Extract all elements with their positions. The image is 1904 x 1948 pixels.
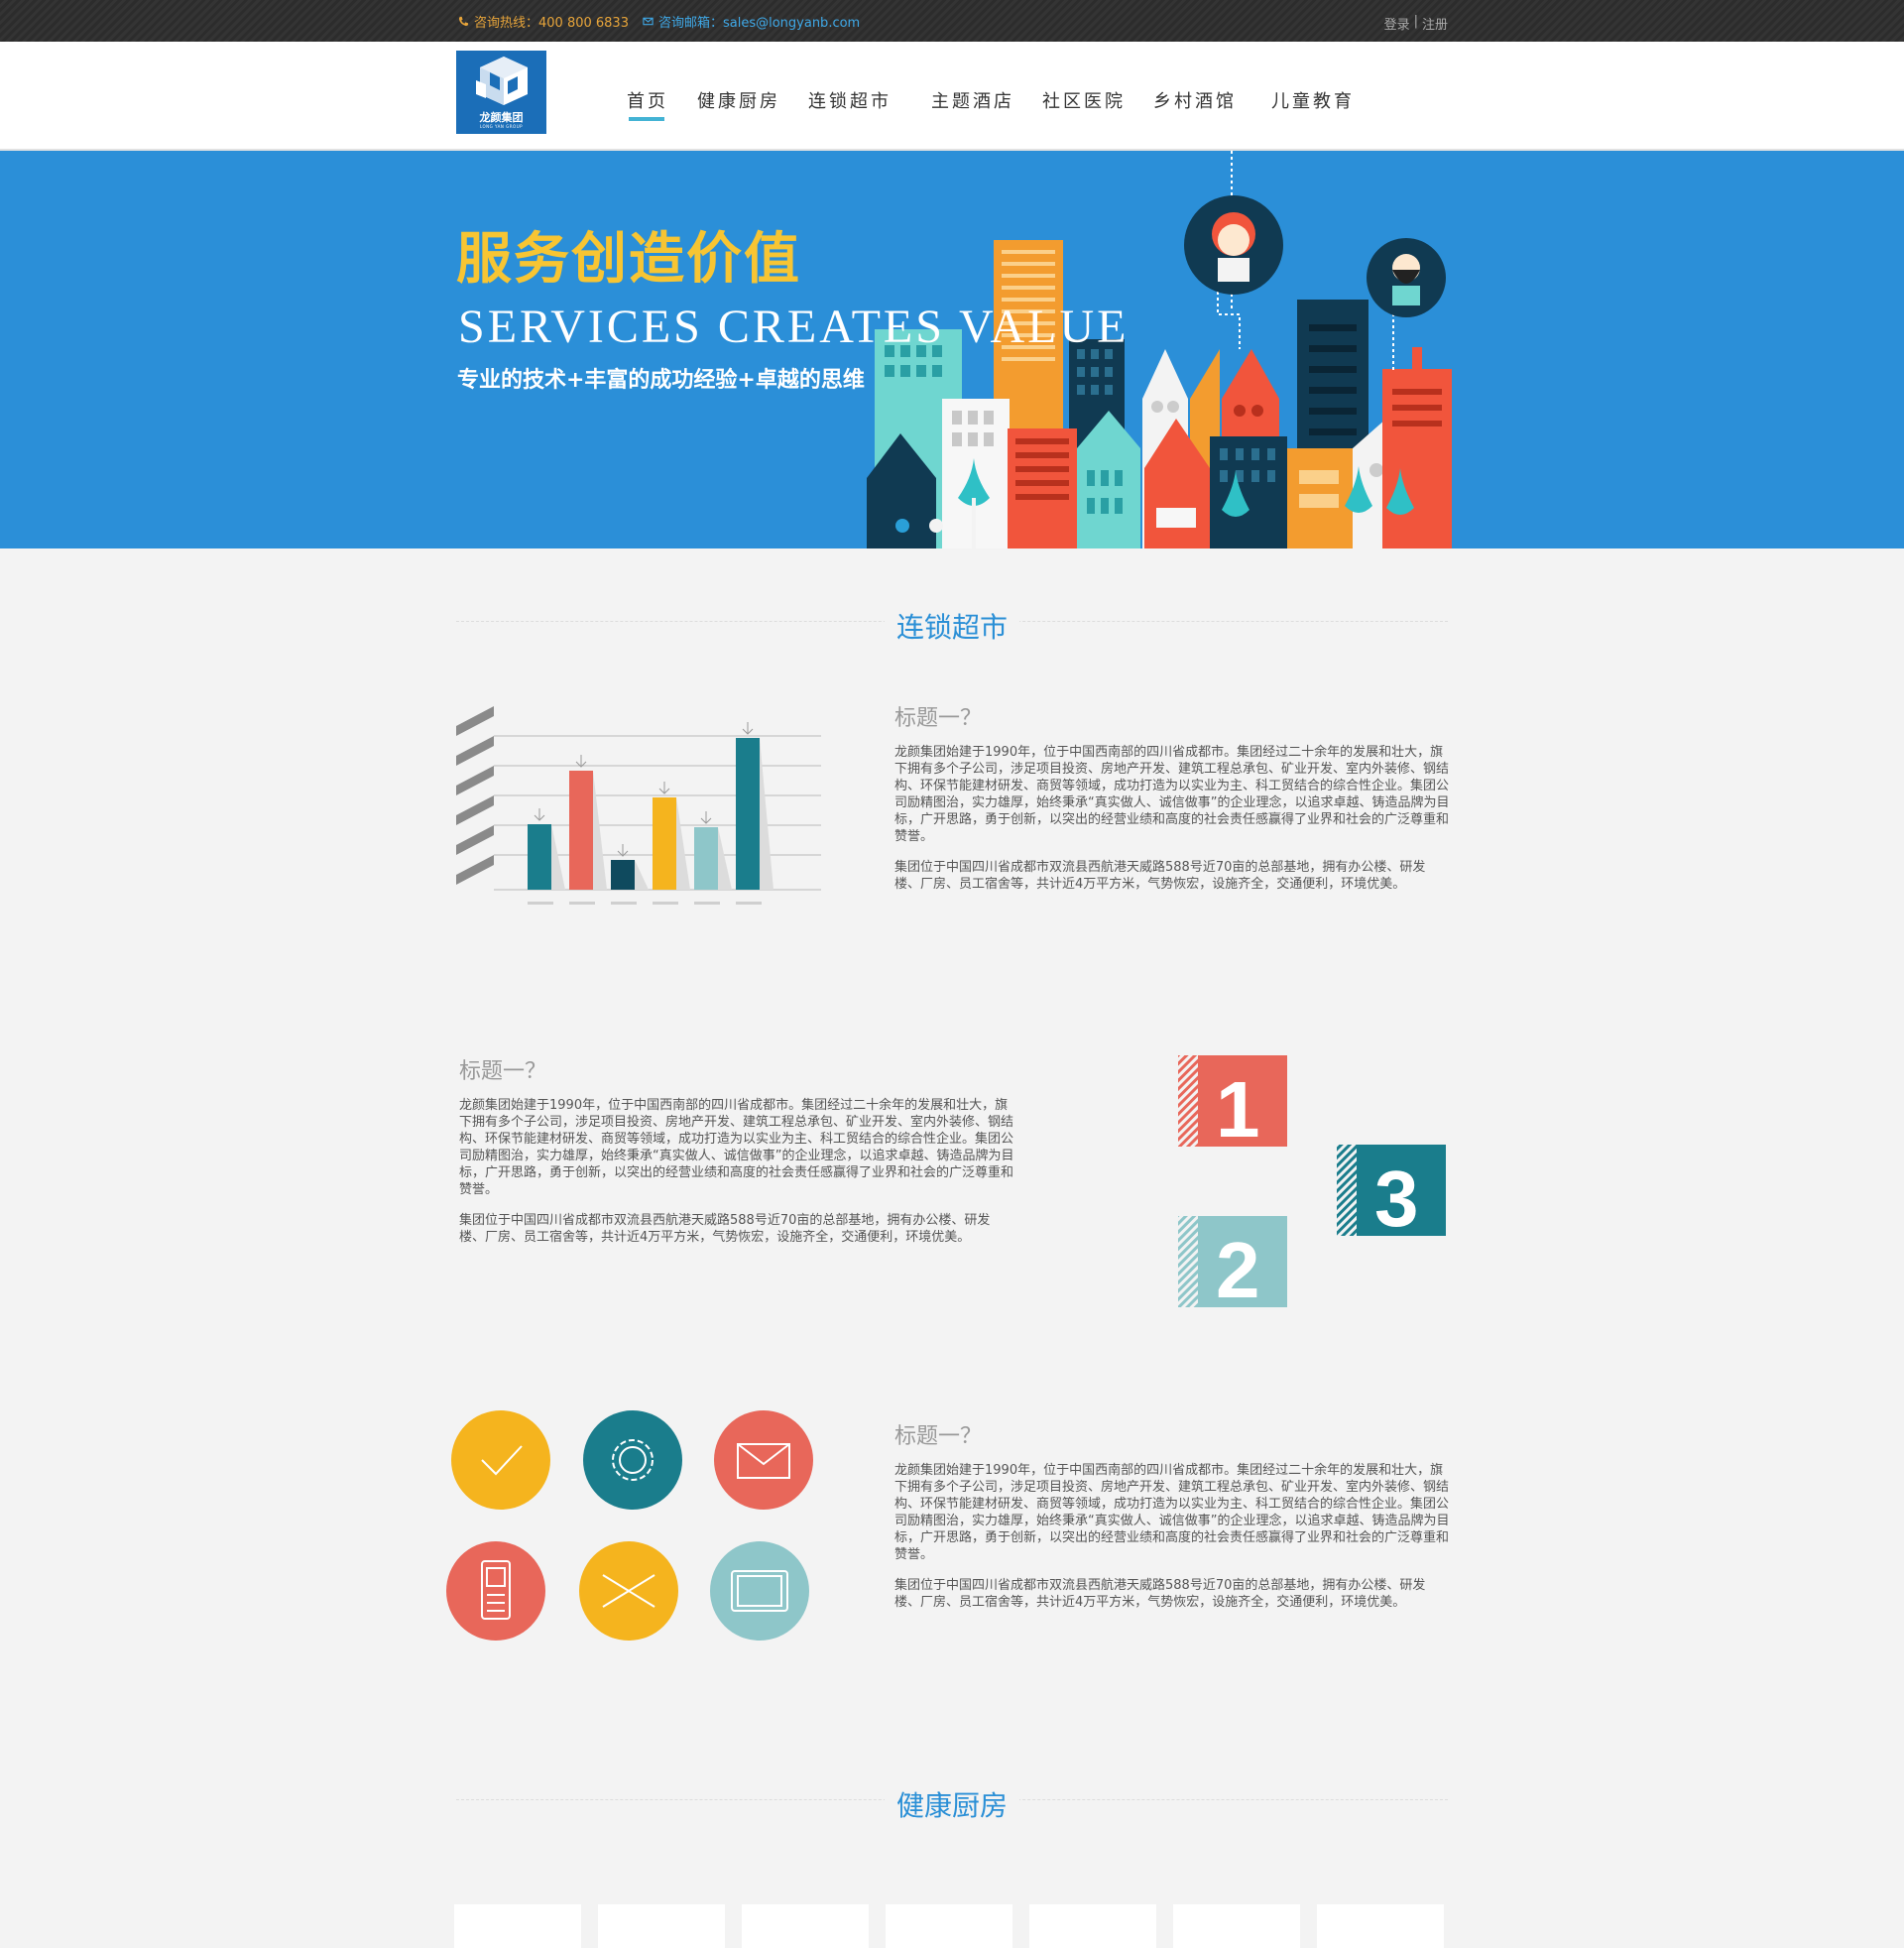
tile-3: 3 bbox=[1337, 1145, 1446, 1243]
feature-title: 标题一？ bbox=[894, 706, 983, 731]
icon-circles-illustration bbox=[446, 1410, 813, 1641]
hero-banner: 服务创造价值 SERVICES CREATES VALUE 专业的技术+丰富的成… bbox=[0, 151, 1904, 548]
kitchen-card[interactable] bbox=[598, 1904, 725, 1948]
kitchen-cards bbox=[454, 1904, 1450, 1948]
kitchen-card[interactable] bbox=[886, 1904, 1012, 1948]
hotline-text: 咨询热线：400 800 6833 bbox=[474, 16, 629, 31]
top-bar: 咨询热线：400 800 6833 咨询邮箱：sales@longyanb.co… bbox=[0, 0, 1904, 42]
chart-bar bbox=[569, 771, 593, 890]
bar-chart-illustration bbox=[456, 706, 821, 905]
contact-info: 咨询热线：400 800 6833 咨询邮箱：sales@longyanb.co… bbox=[458, 12, 860, 31]
nav-child-education[interactable]: 儿童教育 bbox=[1271, 87, 1355, 119]
email[interactable]: 咨询邮箱：sales@longyanb.com bbox=[643, 12, 860, 31]
tile-2-label: 2 bbox=[1216, 1226, 1260, 1309]
section-title-chain: 连锁超市 bbox=[456, 606, 1448, 644]
arrow-down-icon bbox=[617, 844, 629, 857]
section-title-chain-text: 连锁超市 bbox=[884, 611, 1019, 644]
chart-tick-label bbox=[611, 902, 637, 905]
feature-paragraph: 龙颜集团始建于1990年，位于中国西南部的四川省成都市。集团经过二十余年的发展和… bbox=[459, 1098, 1014, 1197]
section-title-kitchen-text: 健康厨房 bbox=[884, 1789, 1019, 1822]
chart-bar-shadow bbox=[635, 860, 649, 890]
numbered-tiles-illustration: 1 2 3 bbox=[1178, 1055, 1446, 1309]
feature-paragraph: 集团位于中国四川省成都市双流县西航港天威路588号近70亩的总部基地，拥有办公楼… bbox=[894, 860, 1426, 892]
chart-bar-shadow bbox=[718, 827, 732, 890]
arrow-down-icon bbox=[658, 782, 670, 794]
logo-name-cn: 龙颜集团 bbox=[479, 111, 524, 124]
chart-bar bbox=[694, 827, 718, 890]
arrow-down-icon bbox=[742, 722, 754, 735]
phone-icon bbox=[458, 16, 469, 27]
tile-2: 2 bbox=[1178, 1216, 1287, 1309]
chart-bar bbox=[611, 860, 635, 890]
auth-links: 登录 | 注册 bbox=[1384, 14, 1448, 33]
chart-bar bbox=[653, 797, 676, 890]
chart-tick-label bbox=[569, 902, 595, 905]
arrow-down-icon bbox=[575, 755, 587, 768]
chart-bar-shadow bbox=[676, 797, 690, 890]
feature-paragraph: 龙颜集团始建于1990年，位于中国西南部的四川省成都市。集团经过二十余年的发展和… bbox=[894, 1463, 1450, 1562]
chart-tick-label bbox=[528, 902, 553, 905]
envelope-circle bbox=[579, 1541, 678, 1641]
nav-community-hospital[interactable]: 社区医院 bbox=[1042, 87, 1126, 119]
login-link[interactable]: 登录 bbox=[1384, 14, 1410, 33]
site-header: 龙颜集团 LONG YAN GROUP 首页 健康厨房 连锁超市 主题酒店 社区… bbox=[0, 42, 1904, 151]
chart-bar bbox=[736, 738, 760, 890]
kitchen-card[interactable] bbox=[1317, 1904, 1444, 1948]
chart-tick-label bbox=[653, 902, 678, 905]
tile-3-label: 3 bbox=[1374, 1155, 1419, 1243]
feature-paragraph: 集团位于中国四川省成都市双流县西航港天威路588号近70亩的总部基地，拥有办公楼… bbox=[894, 1578, 1426, 1610]
feature-title: 标题一？ bbox=[894, 1424, 983, 1449]
nav-theme-hotel[interactable]: 主题酒店 bbox=[931, 87, 1014, 119]
feature-paragraph: 龙颜集团始建于1990年，位于中国西南部的四川省成都市。集团经过二十余年的发展和… bbox=[894, 745, 1450, 844]
auth-separator: | bbox=[1413, 14, 1418, 29]
nav-healthy-kitchen[interactable]: 健康厨房 bbox=[697, 87, 780, 119]
arrow-down-icon bbox=[700, 811, 712, 824]
section-title-kitchen: 健康厨房 bbox=[456, 1784, 1448, 1822]
feature-block-2: 标题一？ 龙颜集团始建于1990年，位于中国西南部的四川省成都市。集团经过二十余… bbox=[459, 1053, 1014, 1260]
kitchen-card[interactable] bbox=[742, 1904, 869, 1948]
mail-circle bbox=[714, 1410, 813, 1510]
chart-bar-shadow bbox=[593, 771, 607, 890]
feature-paragraph: 集团位于中国四川省成都市双流县西航港天威路588号近70亩的总部基地，拥有办公楼… bbox=[459, 1213, 991, 1245]
logo-cube-icon bbox=[476, 57, 528, 105]
email-text: 咨询邮箱：sales@longyanb.com bbox=[657, 16, 861, 31]
arrow-down-icon bbox=[534, 808, 545, 821]
mail-icon bbox=[643, 17, 654, 26]
nav-chain-supermarket[interactable]: 连锁超市 bbox=[808, 87, 892, 119]
banner-slogan-cn: 服务创造价值 bbox=[456, 226, 801, 292]
feature-title: 标题一？ bbox=[459, 1059, 547, 1084]
feature-block-1: 标题一？ 龙颜集团始建于1990年，位于中国西南部的四川省成都市。集团经过二十余… bbox=[894, 700, 1450, 907]
tile-1: 1 bbox=[1178, 1055, 1287, 1154]
hotline: 咨询热线：400 800 6833 bbox=[458, 12, 629, 31]
banner-slogan-en: SERVICES CREATES VALUE bbox=[458, 301, 1130, 353]
check-circle bbox=[451, 1410, 550, 1510]
chart-bar-shadow bbox=[551, 824, 565, 890]
gear-circle bbox=[583, 1410, 682, 1510]
logo-name-en: LONG YAN GROUP bbox=[479, 124, 524, 129]
kitchen-card[interactable] bbox=[1173, 1904, 1300, 1948]
main-nav: 首页 健康厨房 连锁超市 主题酒店 社区医院 乡村酒馆 儿童教育 bbox=[627, 87, 1355, 121]
register-link[interactable]: 注册 bbox=[1422, 14, 1448, 33]
nav-home[interactable]: 首页 bbox=[627, 87, 668, 121]
feature-block-3: 标题一？ 龙颜集团始建于1990年，位于中国西南部的四川省成都市。集团经过二十余… bbox=[894, 1418, 1450, 1625]
chart-tick-label bbox=[736, 902, 762, 905]
chart-zigzag-axis bbox=[456, 706, 494, 885]
kitchen-card[interactable] bbox=[1029, 1904, 1156, 1948]
chart-bar bbox=[528, 824, 551, 890]
chart-bar-shadow bbox=[760, 738, 774, 890]
tile-1-label: 1 bbox=[1216, 1065, 1260, 1154]
chart-tick-label bbox=[694, 902, 720, 905]
banner-slogan-sub: 专业的技术+丰富的成功经验+卓越的思维 bbox=[457, 367, 865, 393]
nav-village-tavern[interactable]: 乡村酒馆 bbox=[1153, 87, 1237, 119]
phone-circle bbox=[446, 1541, 545, 1641]
kitchen-card[interactable] bbox=[454, 1904, 581, 1948]
tablet-circle bbox=[710, 1541, 809, 1641]
company-logo[interactable]: 龙颜集团 LONG YAN GROUP bbox=[456, 51, 546, 134]
